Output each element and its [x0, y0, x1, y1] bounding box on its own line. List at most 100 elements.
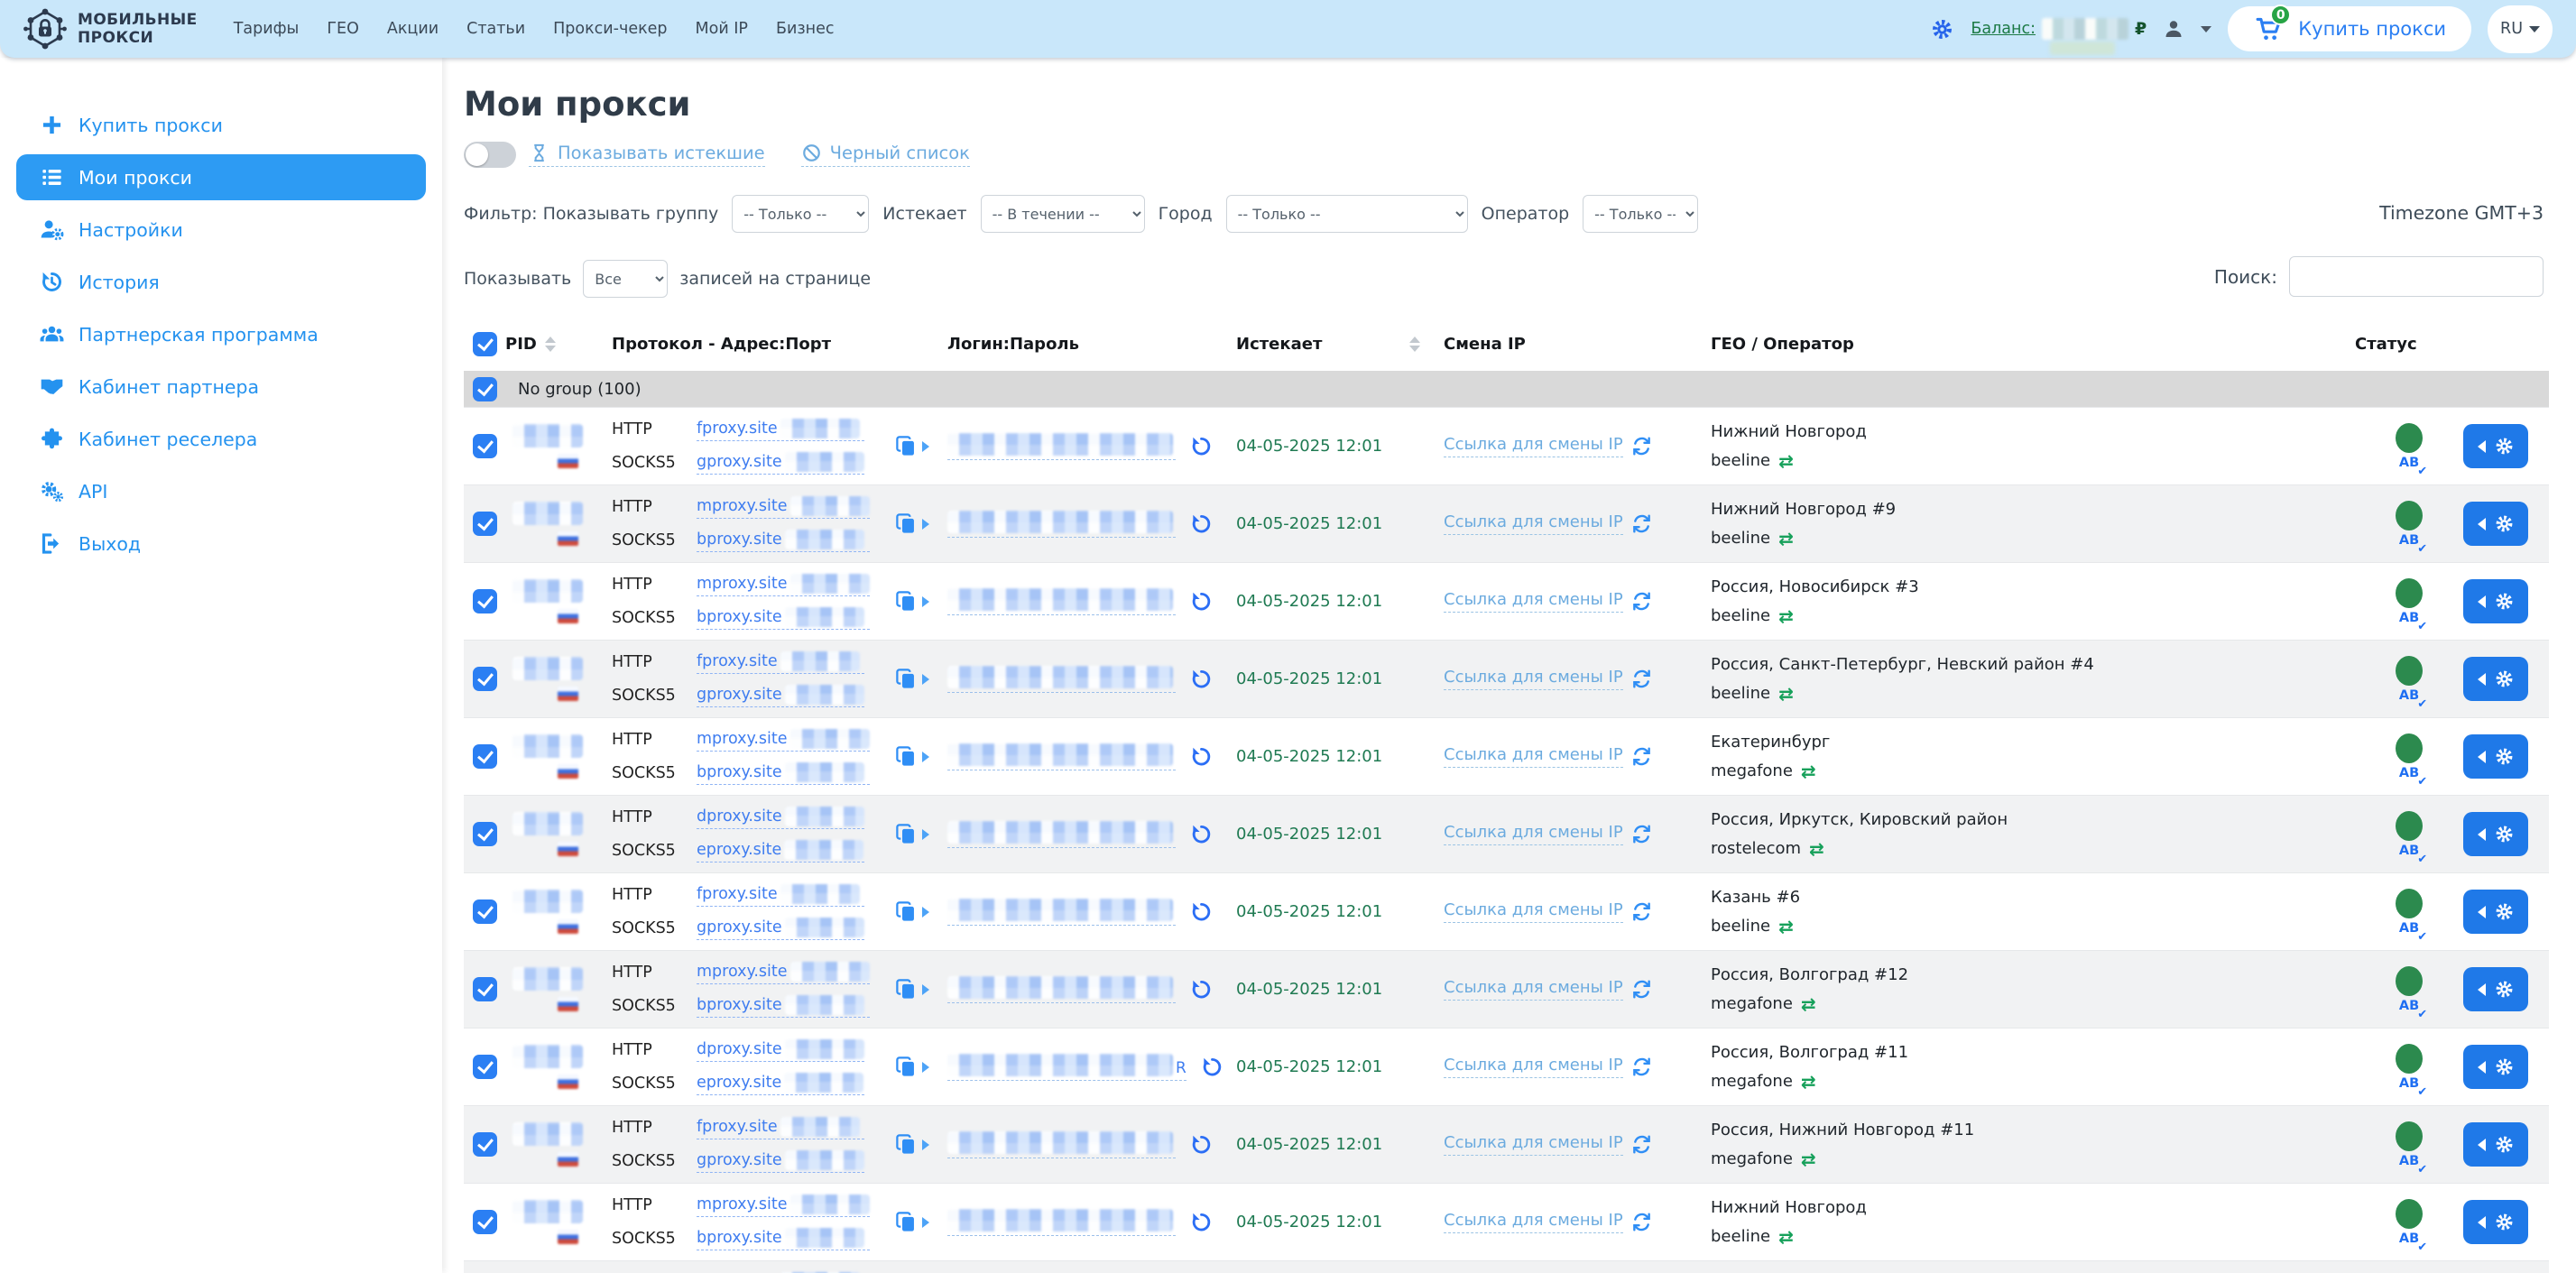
group-checkbox[interactable]	[473, 377, 497, 401]
row-settings-button[interactable]	[2463, 734, 2528, 779]
filter-city-select[interactable]: -- Только --	[1226, 195, 1468, 233]
regenerate-credentials-icon[interactable]	[1201, 1056, 1223, 1078]
copy-menu-caret-icon[interactable]	[922, 1139, 929, 1150]
refresh-ip-icon[interactable]	[1631, 1056, 1652, 1077]
row-settings-button[interactable]	[2463, 890, 2528, 934]
socks-host-link[interactable]: bproxy.site	[697, 762, 870, 785]
http-host-link[interactable]: mproxy.site	[697, 962, 870, 984]
sidebar-item-settings[interactable]: Настройки	[16, 207, 426, 253]
column-header-pid[interactable]: PID	[505, 335, 612, 354]
brand-logo[interactable]: МОБИЛЬНЫЕ ПРОКСИ	[23, 7, 198, 51]
user-icon[interactable]	[2163, 18, 2184, 40]
copy-menu-caret-icon[interactable]	[922, 1217, 929, 1228]
operator-exchange-icon[interactable]: ⇄	[1801, 762, 1816, 780]
buy-proxy-button[interactable]: 0 Купить прокси	[2228, 6, 2471, 51]
user-menu-caret-icon[interactable]	[2201, 26, 2211, 32]
copy-icon[interactable]	[894, 1132, 919, 1157]
copy-icon[interactable]	[894, 899, 919, 924]
row-checkbox[interactable]	[473, 977, 497, 1001]
http-host-link[interactable]: dproxy.site	[697, 807, 864, 829]
regenerate-credentials-icon[interactable]	[1190, 745, 1213, 768]
change-ip-link[interactable]: Ссылка для смены IP	[1444, 978, 1623, 1001]
sidebar-item-my-proxies[interactable]: Мои прокси	[16, 154, 426, 200]
change-ip-link[interactable]: Ссылка для смены IP	[1444, 590, 1623, 613]
refresh-ip-icon[interactable]	[1631, 979, 1652, 1000]
change-ip-link[interactable]: Ссылка для смены IP	[1444, 512, 1623, 535]
nav-link[interactable]: Бизнес	[776, 20, 835, 38]
login-password-link[interactable]	[947, 588, 1176, 615]
regenerate-credentials-icon[interactable]	[1190, 823, 1213, 845]
copy-icon[interactable]	[894, 1210, 919, 1234]
socks-host-link[interactable]: gproxy.site	[697, 1150, 864, 1173]
regenerate-credentials-icon[interactable]	[1190, 590, 1213, 613]
operator-exchange-icon[interactable]: ⇄	[1778, 918, 1794, 936]
refresh-ip-icon[interactable]	[1631, 1212, 1652, 1232]
login-password-link[interactable]	[947, 1131, 1176, 1158]
http-host-link[interactable]: dproxy.site	[697, 1039, 864, 1062]
socks-host-link[interactable]: gproxy.site	[697, 685, 864, 707]
copy-icon[interactable]	[894, 589, 919, 613]
operator-exchange-icon[interactable]: ⇄	[1778, 1228, 1794, 1246]
http-host-link[interactable]: fproxy.site	[697, 1117, 864, 1139]
socks-host-link[interactable]: bproxy.site	[697, 530, 870, 552]
row-checkbox[interactable]	[473, 589, 497, 613]
copy-icon[interactable]	[894, 822, 919, 846]
http-host-link[interactable]: fproxy.site	[697, 651, 864, 674]
sidebar-item-history[interactable]: История	[16, 259, 426, 305]
operator-exchange-icon[interactable]: ⇄	[1801, 1150, 1816, 1168]
login-password-link[interactable]	[947, 743, 1176, 770]
socks-host-link[interactable]: eproxy.site	[697, 1073, 864, 1095]
change-ip-link[interactable]: Ссылка для смены IP	[1444, 668, 1623, 690]
login-password-link[interactable]	[947, 511, 1176, 538]
copy-menu-caret-icon[interactable]	[922, 829, 929, 840]
socks-host-link[interactable]: gproxy.site	[697, 918, 864, 940]
copy-icon[interactable]	[894, 1055, 919, 1079]
nav-link[interactable]: ГЕО	[327, 20, 359, 38]
sidebar-item-api[interactable]: API	[16, 468, 426, 514]
operator-exchange-icon[interactable]: ⇄	[1778, 607, 1794, 625]
copy-icon[interactable]	[894, 667, 919, 691]
per-page-select[interactable]: Все	[583, 260, 668, 298]
http-host-link[interactable]: mproxy.site	[697, 1195, 870, 1217]
refresh-ip-icon[interactable]	[1631, 824, 1652, 844]
copy-menu-caret-icon[interactable]	[922, 441, 929, 452]
language-selector[interactable]: RU	[2488, 5, 2553, 53]
copy-menu-caret-icon[interactable]	[922, 984, 929, 995]
socks-host-link[interactable]: bproxy.site	[697, 995, 870, 1018]
nav-link[interactable]: Прокси-чекер	[553, 20, 667, 38]
socks-host-link[interactable]: bproxy.site	[697, 1228, 870, 1250]
row-checkbox[interactable]	[473, 512, 497, 536]
change-ip-link[interactable]: Ссылка для смены IP	[1444, 745, 1623, 768]
change-ip-link[interactable]: Ссылка для смены IP	[1444, 1056, 1623, 1078]
balance-link[interactable]: Баланс: ₽	[1971, 18, 2147, 40]
row-settings-button[interactable]	[2463, 1045, 2528, 1089]
login-password-link[interactable]	[947, 899, 1176, 926]
operator-exchange-icon[interactable]: ⇄	[1778, 452, 1794, 470]
copy-menu-caret-icon[interactable]	[922, 519, 929, 530]
http-host-link[interactable]: mproxy.site	[697, 574, 870, 596]
http-host-link[interactable]: mproxy.site	[697, 496, 870, 519]
row-settings-button[interactable]	[2463, 657, 2528, 701]
row-checkbox[interactable]	[473, 744, 497, 769]
regenerate-credentials-icon[interactable]	[1190, 1133, 1213, 1156]
row-checkbox[interactable]	[473, 1055, 497, 1079]
copy-icon[interactable]	[894, 434, 919, 458]
nav-link[interactable]: Тарифы	[234, 20, 300, 38]
operator-exchange-icon[interactable]: ⇄	[1778, 530, 1794, 548]
nav-link[interactable]: Статьи	[466, 20, 525, 38]
change-ip-link[interactable]: Ссылка для смены IP	[1444, 1211, 1623, 1233]
login-password-link[interactable]	[947, 821, 1176, 848]
row-settings-button[interactable]	[2463, 967, 2528, 1011]
row-checkbox[interactable]	[473, 434, 497, 458]
show-expired-link[interactable]: Показывать истекшие	[529, 143, 765, 167]
refresh-ip-icon[interactable]	[1631, 436, 1652, 457]
regenerate-credentials-icon[interactable]	[1190, 1211, 1213, 1233]
operator-exchange-icon[interactable]: ⇄	[1801, 1073, 1816, 1091]
row-settings-button[interactable]	[2463, 1122, 2528, 1167]
regenerate-credentials-icon[interactable]	[1190, 978, 1213, 1001]
sidebar-item-logout[interactable]: Выход	[16, 521, 426, 567]
change-ip-link[interactable]: Ссылка для смены IP	[1444, 435, 1623, 457]
login-password-link[interactable]	[947, 433, 1176, 460]
row-checkbox[interactable]	[473, 899, 497, 924]
copy-menu-caret-icon[interactable]	[922, 674, 929, 685]
